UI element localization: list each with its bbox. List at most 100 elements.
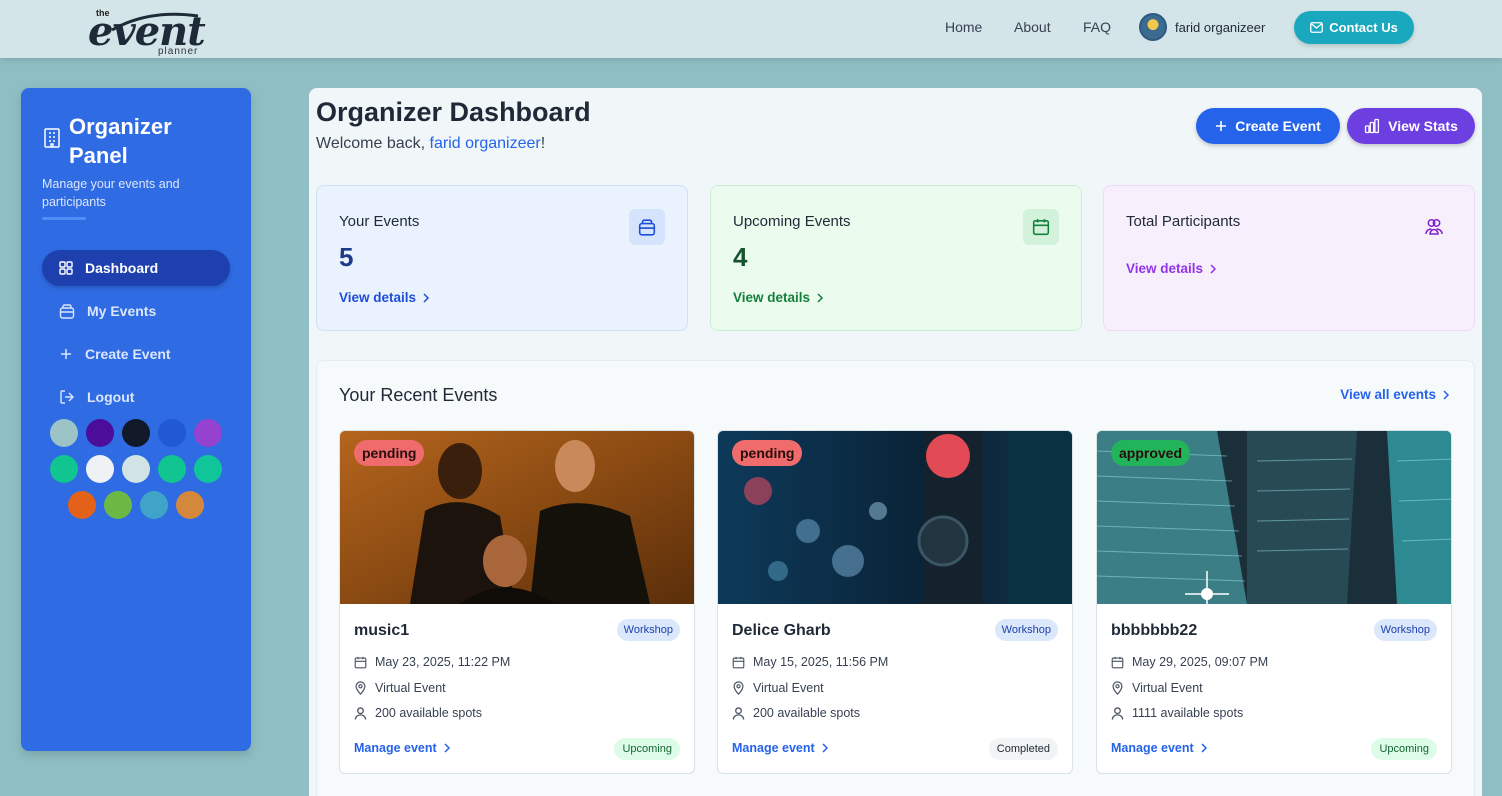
welcome-prefix: Welcome back,: [316, 135, 430, 152]
event-location-text: Virtual Event: [753, 681, 824, 695]
color-swatch[interactable]: [68, 491, 96, 519]
nav-about-link[interactable]: About: [1014, 19, 1051, 35]
status-badge: pending: [354, 440, 425, 466]
sidebar-item-dashboard[interactable]: Dashboard: [42, 250, 230, 286]
view-all-events-label: View all events: [1340, 387, 1436, 402]
nav-home-link[interactable]: Home: [945, 19, 982, 35]
manage-event-label: Manage event: [354, 741, 437, 755]
sidebar-item-label: Dashboard: [85, 260, 159, 276]
chevron-right-icon: [1210, 263, 1217, 274]
bag-icon: [629, 209, 665, 245]
create-event-label: Create Event: [1235, 118, 1321, 134]
status-badge: approved: [1111, 440, 1191, 466]
event-spots: 200 available spots: [354, 706, 482, 720]
recent-events-section: Your Recent Events View all events pendi…: [316, 360, 1475, 796]
event-card[interactable]: pending Delice Gharb Workshop May 15, 20…: [717, 430, 1073, 774]
view-details-label: View details: [1126, 261, 1204, 276]
event-card[interactable]: pending music1 Workshop May 23, 2025, 11…: [339, 430, 695, 774]
color-swatch[interactable]: [158, 419, 186, 447]
event-date-text: May 29, 2025, 09:07 PM: [1132, 655, 1269, 669]
map-pin-icon: [1112, 681, 1123, 695]
sidebar-item-my-events[interactable]: My Events: [42, 293, 230, 329]
stat-label: Total Participants: [1126, 213, 1241, 230]
bar-chart-icon: [1364, 118, 1380, 134]
category-tag: Workshop: [1373, 619, 1437, 641]
top-navbar: the event planner Home About FAQ farid o…: [0, 0, 1502, 58]
event-location: Virtual Event: [732, 681, 824, 695]
calendar-icon: [732, 656, 745, 668]
event-spots: 1111 available spots: [1111, 706, 1243, 720]
event-name: Delice Gharb: [732, 622, 831, 639]
recent-events-title: Your Recent Events: [339, 385, 498, 405]
event-spots-text: 200 available spots: [375, 706, 483, 720]
stat-card-upcoming-events: Upcoming Events 4 View details: [710, 185, 1082, 331]
category-tag: Workshop: [616, 619, 680, 641]
color-swatch[interactable]: [122, 419, 150, 447]
color-swatch[interactable]: [140, 491, 168, 519]
user-menu[interactable]: farid organizeer: [1139, 13, 1265, 41]
sidebar-item-label: Create Event: [85, 346, 171, 362]
manage-event-link[interactable]: Manage event: [1111, 741, 1208, 755]
event-date: May 29, 2025, 09:07 PM: [1111, 655, 1268, 669]
sidebar-item-create-event[interactable]: Create Event: [42, 336, 230, 372]
sidebar: Organizer Panel Manage your events and p…: [21, 88, 251, 751]
color-swatch[interactable]: [86, 455, 114, 483]
sidebar-divider: [42, 217, 86, 220]
color-swatch[interactable]: [86, 419, 114, 447]
event-spots: 200 available spots: [732, 706, 860, 720]
sidebar-subtitle: Manage your events and participants: [42, 177, 180, 209]
grid-icon: [59, 261, 73, 275]
welcome-suffix: !: [540, 135, 546, 152]
color-swatch[interactable]: [50, 455, 78, 483]
view-details-link[interactable]: View details: [1126, 261, 1217, 276]
color-swatch[interactable]: [176, 491, 204, 519]
color-swatch[interactable]: [194, 419, 222, 447]
event-planner-logo[interactable]: the event planner: [88, 6, 208, 57]
calendar-icon: [354, 656, 367, 668]
event-date: May 15, 2025, 11:56 PM: [732, 655, 888, 669]
color-swatch[interactable]: [122, 455, 150, 483]
chevron-right-icon: [1443, 389, 1450, 400]
view-stats-label: View Stats: [1388, 118, 1458, 134]
nav-faq-link[interactable]: FAQ: [1083, 19, 1111, 35]
sidebar-title: Organizer Panel: [69, 114, 172, 168]
sidebar-item-logout[interactable]: Logout: [42, 379, 230, 415]
category-tag: Workshop: [994, 619, 1058, 641]
color-swatch[interactable]: [104, 491, 132, 519]
event-name: bbbbbbb22: [1111, 622, 1198, 639]
calendar-icon: [1023, 209, 1059, 245]
view-details-label: View details: [733, 290, 811, 305]
color-swatch[interactable]: [158, 455, 186, 483]
manage-event-link[interactable]: Manage event: [354, 741, 451, 755]
chevron-right-icon: [444, 743, 450, 753]
color-swatch[interactable]: [194, 455, 222, 483]
contact-us-button[interactable]: Contact Us: [1294, 11, 1414, 44]
view-all-events-link[interactable]: View all events: [1340, 387, 1450, 402]
event-card[interactable]: approved bbbbbbb22 Workshop May 29, 2025…: [1096, 430, 1452, 774]
event-date-text: May 23, 2025, 11:22 PM: [375, 655, 511, 669]
view-details-label: View details: [339, 290, 417, 305]
color-swatch[interactable]: [50, 419, 78, 447]
stat-value: 5: [339, 242, 354, 272]
view-details-link[interactable]: View details: [339, 290, 430, 305]
stat-value: 4: [733, 242, 748, 272]
create-event-button[interactable]: Create Event: [1196, 108, 1340, 144]
chevron-right-icon: [1201, 743, 1207, 753]
phase-badge: Completed: [988, 738, 1058, 760]
view-details-link[interactable]: View details: [733, 290, 824, 305]
status-badge: pending: [732, 440, 803, 466]
users-icon: [1416, 209, 1452, 245]
sidebar-item-label: My Events: [87, 303, 157, 319]
event-date: May 23, 2025, 11:22 PM: [354, 655, 510, 669]
stat-card-your-events: Your Events 5 View details: [316, 185, 688, 331]
event-date-text: May 15, 2025, 11:56 PM: [753, 655, 889, 669]
event-spots-text: 200 available spots: [753, 706, 861, 720]
plus-icon: [61, 349, 71, 359]
logo-planner: planner: [158, 46, 199, 57]
page-title: Organizer Dashboard: [316, 97, 591, 127]
view-stats-button[interactable]: View Stats: [1347, 108, 1475, 144]
manage-event-link[interactable]: Manage event: [732, 741, 829, 755]
chevron-right-icon: [817, 292, 824, 303]
event-name: music1: [354, 622, 410, 639]
phase-badge: Upcoming: [614, 738, 680, 760]
